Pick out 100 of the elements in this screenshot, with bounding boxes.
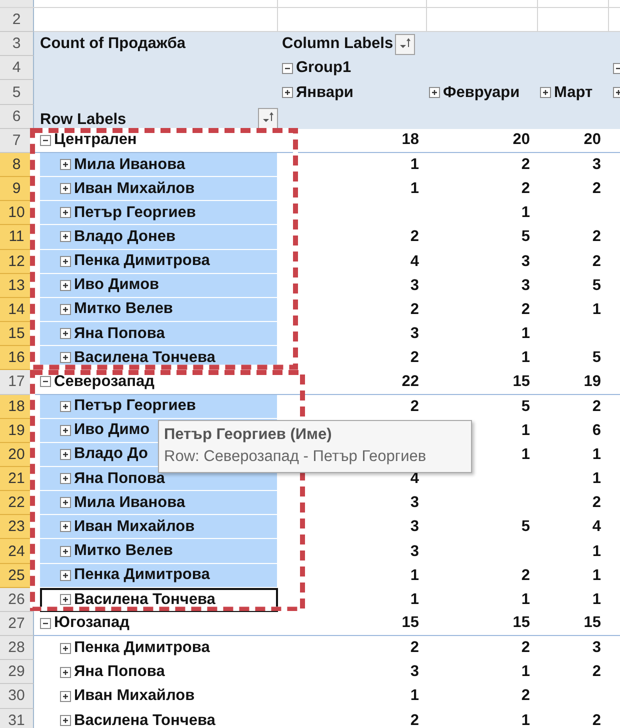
count-value: 2 bbox=[521, 639, 530, 658]
count-value: 1 bbox=[592, 566, 601, 585]
total-value: 22 bbox=[402, 372, 419, 391]
column-labels-header: Column Labels bbox=[282, 35, 394, 54]
row-labels-header: Row Labels bbox=[40, 110, 126, 129]
count-value: 2 bbox=[592, 712, 601, 728]
count-value: 5 bbox=[592, 276, 601, 295]
count-value: 2 bbox=[521, 300, 530, 319]
count-value: 5 bbox=[521, 398, 530, 416]
count-value: 2 bbox=[592, 252, 601, 271]
count-value: 3 bbox=[410, 518, 419, 536]
count-value: 1 bbox=[410, 180, 419, 198]
count-value: 1 bbox=[410, 590, 419, 609]
total-value: 20 bbox=[512, 131, 530, 150]
person-label: Петър Георгиев bbox=[74, 204, 196, 222]
person-label: Иво Димо bbox=[74, 421, 150, 440]
person-label: Владо До bbox=[74, 445, 148, 464]
person-label: Василена Тончева bbox=[74, 590, 216, 609]
total-value: 15 bbox=[512, 372, 530, 391]
person-label: Иво Димов bbox=[74, 276, 160, 294]
count-value: 2 bbox=[410, 349, 419, 368]
person-label: Петър Георгиев bbox=[74, 397, 196, 416]
total-value: 19 bbox=[584, 372, 601, 391]
count-value: 1 bbox=[592, 446, 601, 464]
tooltip-detail: Row: Северозапад - Петър Георгиев bbox=[164, 447, 428, 467]
person-label: Яна Попова bbox=[74, 663, 165, 682]
count-value: 3 bbox=[592, 639, 601, 658]
person-label: Мила Иванова bbox=[74, 494, 186, 512]
count-value: 1 bbox=[521, 446, 530, 464]
region-label: Югозапад bbox=[54, 614, 130, 632]
month-header: Январи bbox=[296, 84, 354, 102]
count-value: 2 bbox=[410, 639, 419, 658]
tooltip-title: Петър Георгиев (Име) bbox=[164, 425, 333, 445]
region-label: Северозапад bbox=[54, 372, 154, 391]
value-field-label: Count of Продажба bbox=[40, 35, 186, 54]
count-value: 1 bbox=[592, 590, 601, 609]
person-label: Пенка Димитрова bbox=[74, 252, 210, 270]
person-label: Иван Михайлов bbox=[74, 687, 195, 706]
person-label: Яна Попова bbox=[74, 470, 165, 488]
month-header: Март bbox=[554, 84, 593, 102]
count-value: 1 bbox=[521, 712, 530, 728]
count-value: 2 bbox=[592, 398, 601, 416]
count-value: 3 bbox=[521, 276, 530, 295]
count-value: 1 bbox=[410, 566, 419, 585]
person-label: Владо Донев bbox=[74, 228, 176, 246]
count-value: 4 bbox=[592, 518, 601, 536]
person-label: Пенка Димитрова bbox=[74, 639, 210, 658]
count-value: 5 bbox=[521, 228, 530, 246]
count-value: 3 bbox=[410, 663, 419, 682]
count-value: 2 bbox=[521, 687, 530, 706]
total-value: 18 bbox=[402, 131, 419, 150]
count-value: 1 bbox=[521, 422, 530, 440]
count-value: 2 bbox=[410, 300, 419, 319]
person-label: Митко Велев bbox=[74, 542, 173, 560]
count-value: 2 bbox=[410, 712, 419, 728]
count-value: 2 bbox=[521, 566, 530, 585]
count-value: 5 bbox=[521, 518, 530, 536]
total-value: 15 bbox=[512, 614, 530, 632]
count-value: 1 bbox=[592, 542, 601, 561]
person-label: Мила Иванова bbox=[74, 156, 186, 174]
count-value: 3 bbox=[410, 276, 419, 295]
count-value: 3 bbox=[410, 325, 419, 344]
count-value: 1 bbox=[410, 156, 419, 174]
count-value: 3 bbox=[521, 252, 530, 271]
total-value: 20 bbox=[584, 131, 601, 150]
count-value: 2 bbox=[521, 180, 530, 198]
person-label: Иван Михайлов bbox=[74, 180, 195, 198]
person-label: Василена Тончева bbox=[74, 348, 216, 367]
count-value: 3 bbox=[410, 542, 419, 561]
count-value: 1 bbox=[521, 663, 530, 682]
count-value: 2 bbox=[592, 494, 601, 512]
count-value: 2 bbox=[592, 663, 601, 682]
region-label: Централен bbox=[54, 131, 137, 150]
total-value: 15 bbox=[584, 614, 601, 632]
person-label: Пенка Димитрова bbox=[74, 566, 210, 584]
count-value: 2 bbox=[410, 228, 419, 246]
total-value: 15 bbox=[402, 614, 419, 632]
count-value: 1 bbox=[592, 300, 601, 319]
count-value: 1 bbox=[521, 325, 530, 344]
count-value: 6 bbox=[592, 422, 601, 440]
person-label: Василена Тончева bbox=[74, 712, 216, 728]
count-value: 4 bbox=[410, 252, 419, 271]
person-label: Митко Велев bbox=[74, 300, 173, 318]
count-value: 1 bbox=[410, 687, 419, 706]
month-header: Февруари bbox=[443, 84, 520, 102]
count-value: 1 bbox=[521, 349, 530, 368]
count-value: 3 bbox=[410, 494, 419, 512]
count-value: 1 bbox=[521, 590, 530, 609]
person-label: Яна Попова bbox=[74, 324, 165, 343]
count-value: 4 bbox=[410, 470, 419, 488]
count-value: 1 bbox=[521, 204, 530, 222]
count-value: 2 bbox=[410, 398, 419, 416]
group-header: Group1 bbox=[296, 59, 352, 78]
count-value: 2 bbox=[592, 180, 601, 198]
count-value: 1 bbox=[592, 470, 601, 488]
person-label: Иван Михайлов bbox=[74, 518, 195, 536]
count-value: 2 bbox=[521, 156, 530, 174]
count-value: 3 bbox=[592, 156, 601, 174]
count-value: 2 bbox=[592, 228, 601, 246]
count-value: 5 bbox=[592, 349, 601, 368]
